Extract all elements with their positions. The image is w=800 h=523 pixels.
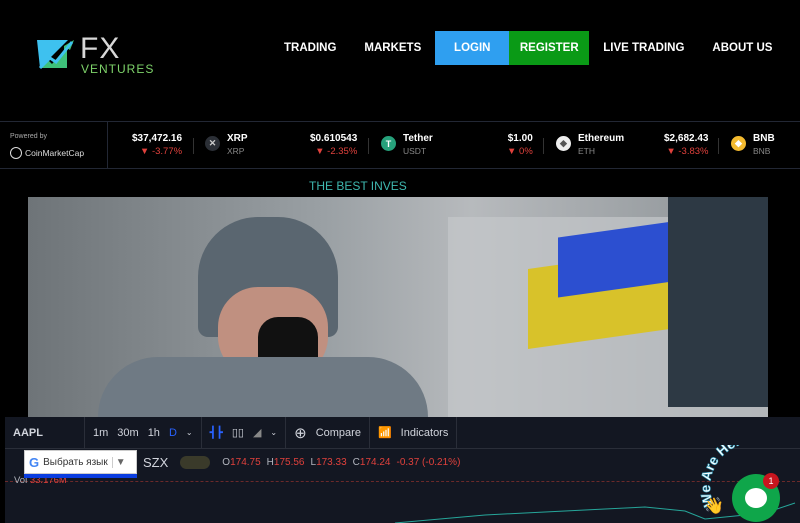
coin-name: BNB	[753, 133, 775, 144]
language-select[interactable]: G Выбрать язык ▼	[24, 450, 137, 474]
xrp-icon: ✕	[205, 136, 220, 151]
interval-1h[interactable]: 1h	[148, 427, 160, 439]
chat-bubble-icon	[745, 488, 767, 508]
login-button[interactable]: LOGIN	[435, 31, 510, 65]
coin-tether[interactable]: T Tether USDT	[381, 133, 433, 156]
bars-icon[interactable]: ┫┣	[210, 426, 223, 439]
logo[interactable]: FX VENTURES	[34, 32, 164, 76]
price: $0.610543	[310, 133, 358, 144]
market-status-icon	[180, 456, 211, 469]
coin-bnb[interactable]: ◆ BNB BNB	[731, 133, 775, 156]
low-value: 173.33	[316, 457, 347, 468]
chart-toolbar: AAPL 1m 30m 1h D ⌄ ┫┣ ▯▯ ◢ ⌄ ⊕ Compare 📶 I…	[5, 417, 800, 449]
price: $1.00	[507, 133, 533, 144]
coin-xrp[interactable]: ✕ XRP XRP	[205, 133, 248, 156]
change-value: -0.37 (-0.21%)	[396, 457, 461, 468]
ohlc-legend: SZX O174.75 H175.56 L173.33 C174.24 -0.3…	[143, 455, 461, 470]
high-value: 175.56	[273, 457, 305, 468]
chat-notification-badge: 1	[763, 473, 779, 489]
logo-chart-icon	[37, 40, 74, 70]
crypto-ticker: Powered by CoinMarketCap $37,472.16 ▼ -3.…	[0, 121, 800, 169]
powered-by[interactable]: Powered by CoinMarketCap	[0, 122, 108, 168]
indicators-icon: 📶	[377, 427, 392, 439]
chart-type-group: ┫┣ ▯▯ ◢ ⌄	[202, 417, 287, 448]
register-button[interactable]: REGISTER	[509, 31, 590, 65]
area-chart-icon[interactable]: ◢	[253, 426, 261, 439]
logo-subtitle: VENTURES	[81, 62, 155, 76]
divider	[193, 138, 194, 154]
compare-button[interactable]: ⊕ Compare	[286, 417, 370, 448]
coin-symbol: USDT	[403, 146, 427, 156]
o-label: O	[222, 457, 231, 468]
interval-1m[interactable]: 1m	[93, 427, 108, 439]
main-nav: TRADING MARKETS LOGIN REGISTER LIVE TRAD…	[270, 31, 786, 65]
coin-name: XRP	[227, 133, 248, 144]
price-series	[394, 502, 796, 523]
price-change: -2.35%	[327, 146, 358, 157]
plus-circle-icon: ⊕	[294, 424, 307, 442]
provider-name: CoinMarketCap	[25, 148, 85, 158]
waving-hand-icon: 👋	[704, 497, 724, 515]
logo-title: FX	[80, 32, 121, 65]
c-label: C	[352, 457, 360, 468]
hero-video[interactable]	[28, 197, 768, 419]
coin-name: Ethereum	[578, 133, 625, 144]
dropdown-arrow-icon: ▼	[111, 456, 126, 468]
google-translate: G Выбрать язык ▼	[24, 450, 137, 478]
indicators-button[interactable]: 📶 Indicators	[370, 417, 458, 448]
google-icon: G	[29, 454, 40, 470]
interval-group: 1m 30m 1h D ⌄	[85, 417, 202, 448]
divider	[368, 138, 369, 154]
chevron-down-icon[interactable]: ⌄	[186, 428, 193, 437]
coin-ethereum[interactable]: ◆ Ethereum ETH	[556, 133, 624, 156]
nav-about-us[interactable]: ABOUT US	[698, 31, 786, 65]
price-change: -3.83%	[678, 146, 709, 157]
powered-by-label: Powered by	[10, 133, 47, 140]
nav-live-trading[interactable]: LIVE TRADING	[589, 31, 698, 65]
chevron-down-icon[interactable]: ⌄	[270, 428, 277, 437]
nav-trading[interactable]: TRADING	[270, 31, 350, 65]
compare-label: Compare	[315, 426, 361, 439]
coin-symbol: ETH	[578, 146, 595, 156]
divider	[543, 138, 544, 154]
price-change: 0%	[519, 146, 533, 157]
nav-markets[interactable]: MARKETS	[350, 31, 435, 65]
divider	[718, 138, 719, 154]
ethereum-icon: ◆	[556, 136, 571, 151]
symbol-search[interactable]: AAPL	[5, 417, 85, 448]
coinmarketcap-icon	[10, 147, 22, 159]
interval-d[interactable]: D	[169, 427, 177, 439]
language-select-label: Выбрать язык	[43, 456, 108, 468]
price: $37,472.16	[132, 133, 183, 144]
h-label: H	[266, 457, 274, 468]
interval-30m[interactable]: 30m	[117, 427, 138, 439]
price: $2,682.43	[664, 133, 709, 144]
coin-symbol: BNB	[753, 146, 771, 156]
open-value: 174.75	[230, 457, 261, 468]
bnb-icon: ◆	[731, 136, 746, 151]
tagline: THE BEST INVES	[309, 179, 407, 193]
coin-symbol: XRP	[227, 146, 245, 156]
close-value: 174.24	[359, 457, 391, 468]
exchange-suffix: SZX	[143, 455, 169, 470]
candles-icon[interactable]: ▯▯	[232, 426, 244, 439]
price-change: -3.77%	[151, 146, 183, 157]
coin-name: Tether	[403, 133, 433, 144]
price-line	[5, 481, 800, 482]
tether-icon: T	[381, 136, 396, 151]
indicators-label: Indicators	[400, 426, 449, 439]
